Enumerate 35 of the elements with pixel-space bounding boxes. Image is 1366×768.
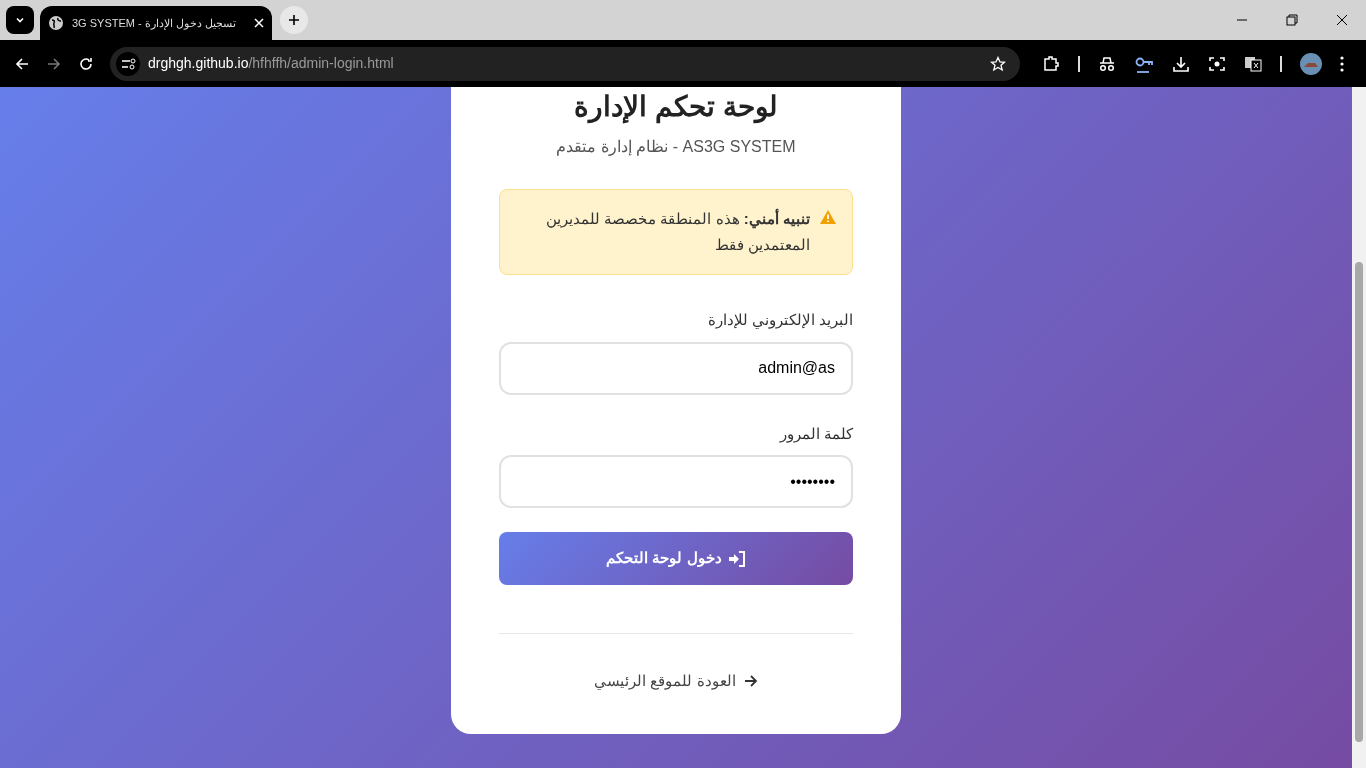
menu-icon[interactable] <box>1340 55 1344 72</box>
url-text: drghgh.github.io/hfhffh/admin-login.html <box>148 54 394 73</box>
tab-list-button[interactable] <box>6 6 34 34</box>
field-label: كلمة المرور <box>778 423 853 445</box>
back-link[interactable]: العودة للموقع الرئيسي <box>594 670 758 693</box>
translate-icon[interactable] <box>1244 54 1262 73</box>
avatar-icon[interactable] <box>1300 52 1322 75</box>
input-field[interactable]: •••••••• <box>499 455 853 508</box>
download-icon[interactable] <box>1172 54 1190 73</box>
camera-icon[interactable] <box>1208 54 1226 73</box>
plus-icon <box>288 14 300 26</box>
globe-icon <box>48 15 64 31</box>
site-settings-icon[interactable] <box>116 51 140 76</box>
forward-arrow-icon[interactable] <box>46 55 62 72</box>
address-bar[interactable]: drghgh.github.io/hfhffh/admin-login.html <box>110 46 1020 81</box>
puzzle-icon[interactable] <box>1042 54 1060 73</box>
subtitle: AS3G SYSTEM - نظام إدارة متقدم <box>555 137 797 158</box>
input-field[interactable]: admin@as <box>499 341 853 395</box>
close-icon[interactable] <box>1336 14 1348 26</box>
page-title: لوحة تحكم الإدارة <box>573 90 779 126</box>
reload-icon[interactable] <box>78 55 94 72</box>
restore-icon[interactable] <box>1286 14 1298 26</box>
tab-title: تسجيل دخول الإدارة - 3G SYSTEM <box>72 15 236 32</box>
login-button[interactable]: دخول لوحة التحكم <box>499 532 853 585</box>
new-tab-button[interactable] <box>280 6 308 34</box>
field-label: البريد الإلكتروني للإدارة <box>706 310 853 331</box>
arrow-right-icon <box>743 675 758 688</box>
back-arrow-icon[interactable] <box>14 55 30 72</box>
warning-icon <box>820 210 836 224</box>
star-icon[interactable] <box>990 55 1006 72</box>
alert-message: تنبيه أمني: هذه المنطقة مخصصة للمديرين المعتمدين فقط <box>545 207 810 256</box>
incognito-icon[interactable] <box>1098 54 1116 73</box>
browser-tab[interactable]: تسجيل دخول الإدارة - 3G SYSTEM <box>40 6 272 40</box>
sign-in-icon <box>727 550 746 567</box>
chevron-down-icon <box>15 15 25 25</box>
